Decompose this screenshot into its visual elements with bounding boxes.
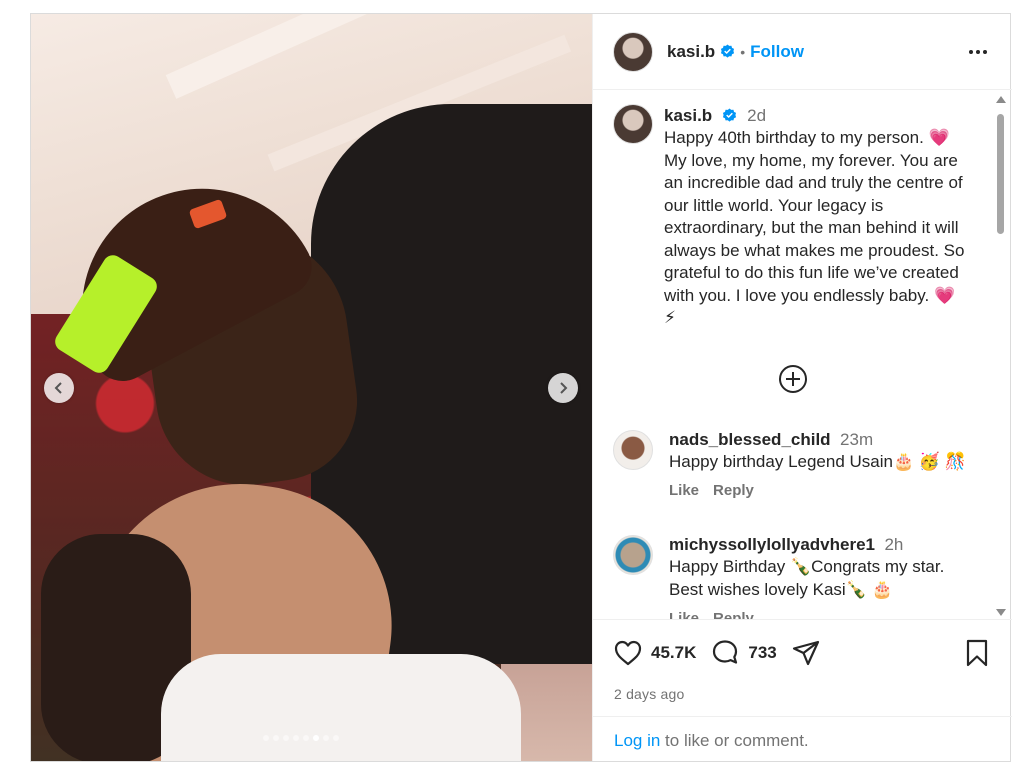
comment-count[interactable]: 733 — [748, 643, 776, 663]
comment-reply-button[interactable]: Reply — [713, 610, 754, 619]
login-prompt-text: to like or comment. — [660, 731, 809, 750]
scrollbar-thumb[interactable] — [997, 114, 1004, 234]
post-actions: 45.7K 733 2 days ago Log in to like or c… — [593, 619, 1012, 761]
post-side-panel: kasi.b • Follow kasi.b 2d Happy 40th bir… — [592, 14, 1012, 761]
comment-text: Happy birthday Legend Usain🎂 🥳 🎊 — [669, 452, 966, 471]
carousel-indicator — [263, 735, 339, 741]
photo-woman-shirt — [161, 654, 521, 761]
avatar[interactable] — [613, 535, 653, 575]
comment-timestamp[interactable]: 2h — [884, 535, 903, 554]
carousel-dot — [263, 735, 269, 741]
comments-scroll-area[interactable]: kasi.b 2d Happy 40th birthday to my pers… — [593, 91, 1012, 619]
avatar[interactable] — [613, 430, 653, 470]
post-date[interactable]: 2 days ago — [614, 686, 685, 702]
comment-like-button[interactable]: Like — [669, 610, 699, 619]
scrollbar[interactable] — [995, 96, 1007, 616]
chevron-left-icon — [54, 382, 62, 394]
comment-timestamp[interactable]: 23m — [840, 430, 873, 449]
comment-username[interactable]: michyssollylollyadvhere1 — [669, 535, 875, 554]
avatar[interactable] — [613, 31, 653, 72]
carousel-dot — [283, 735, 289, 741]
comment-username[interactable]: nads_blessed_child — [669, 430, 831, 449]
follow-button[interactable]: Follow — [750, 42, 804, 62]
comment-text: Happy Birthday 🍾Congrats my star. Best w… — [669, 557, 945, 599]
comment-icon[interactable] — [710, 638, 740, 668]
carousel-prev-button[interactable] — [44, 373, 74, 403]
caption-text: Happy 40th birthday to my person. 💗 My l… — [664, 128, 965, 327]
verified-badge-icon — [722, 108, 736, 122]
like-count[interactable]: 45.7K — [651, 643, 696, 663]
carousel-next-button[interactable] — [548, 373, 578, 403]
post-dialog: kasi.b • Follow kasi.b 2d Happy 40th bir… — [30, 13, 1012, 762]
load-more-comments-icon[interactable] — [778, 364, 808, 394]
avatar[interactable] — [613, 104, 653, 144]
post-photo — [31, 14, 592, 761]
carousel-dot — [273, 735, 279, 741]
more-options-icon[interactable] — [966, 40, 990, 64]
chevron-right-icon — [560, 382, 568, 394]
carousel-dot — [323, 735, 329, 741]
username-link[interactable]: kasi.b — [667, 42, 715, 62]
verified-badge-icon — [721, 44, 735, 58]
comment-reply-button[interactable]: Reply — [713, 482, 754, 499]
scroll-up-arrow-icon[interactable] — [996, 96, 1006, 103]
separator-dot: • — [740, 43, 746, 60]
carousel-dot — [293, 735, 299, 741]
login-prompt: Log in to like or comment. — [593, 716, 1012, 762]
share-icon[interactable] — [791, 638, 821, 668]
carousel-dot — [333, 735, 339, 741]
caption-timestamp[interactable]: 2d — [747, 106, 766, 125]
carousel-dot — [313, 735, 319, 741]
heart-icon[interactable] — [613, 638, 643, 668]
carousel-dot — [303, 735, 309, 741]
bookmark-icon[interactable] — [962, 638, 992, 668]
post-header: kasi.b • Follow — [593, 14, 1012, 90]
comment-like-button[interactable]: Like — [669, 482, 699, 499]
login-link[interactable]: Log in — [614, 731, 660, 750]
scroll-down-arrow-icon[interactable] — [996, 609, 1006, 616]
caption-username[interactable]: kasi.b — [664, 106, 712, 125]
